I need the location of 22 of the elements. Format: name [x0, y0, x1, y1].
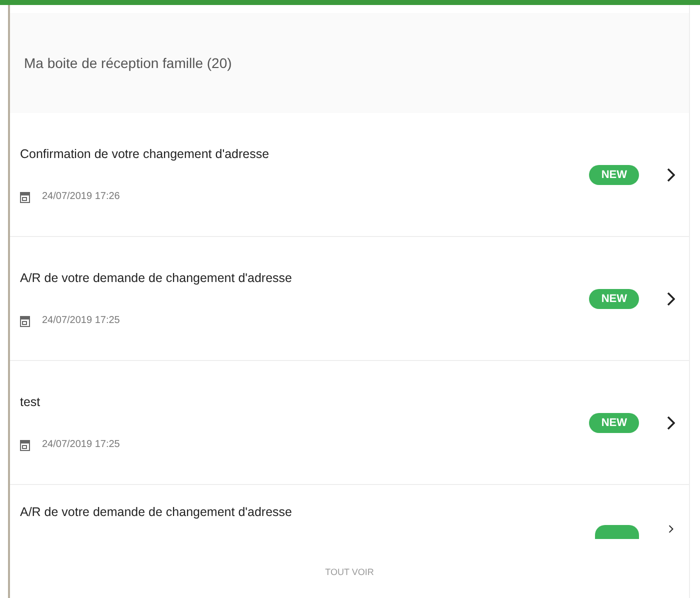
message-date: 24/07/2019 17:25 — [42, 315, 120, 326]
message-item[interactable]: Confirmation de votre changement d'adresse 24/07/2019 17:26 NEW — [10, 113, 689, 237]
message-item[interactable]: test 24/07/2019 17:25 NEW — [10, 361, 689, 485]
calendar-icon — [20, 314, 30, 326]
message-subject: A/R de votre demande de changement d'adresse — [20, 505, 294, 519]
new-badge: NEW — [589, 164, 639, 184]
message-date: 24/07/2019 17:26 — [42, 191, 120, 202]
message-subject: A/R de votre demande de changement d'adresse — [20, 270, 294, 284]
chevron-right-icon[interactable] — [667, 168, 675, 182]
chevron-right-icon[interactable] — [667, 292, 675, 306]
chevron-right-icon[interactable] — [667, 525, 675, 533]
message-item[interactable]: A/R de votre demande de changement d'adresse 24/07/2019 17:25 NEW — [10, 237, 689, 361]
message-item[interactable]: A/R de votre demande de changement d'adresse — [10, 485, 689, 558]
chevron-right-icon[interactable] — [667, 416, 675, 430]
new-badge: NEW — [589, 412, 639, 432]
inbox-title: Ma boite de réception famille (20) — [24, 55, 232, 71]
calendar-icon — [20, 438, 30, 450]
new-badge: NEW — [589, 288, 639, 308]
message-subject: Confirmation de votre changement d'adresse — [20, 146, 270, 160]
message-subject: test — [20, 394, 42, 408]
calendar-icon — [20, 190, 30, 202]
message-date: 24/07/2019 17:25 — [42, 439, 120, 450]
